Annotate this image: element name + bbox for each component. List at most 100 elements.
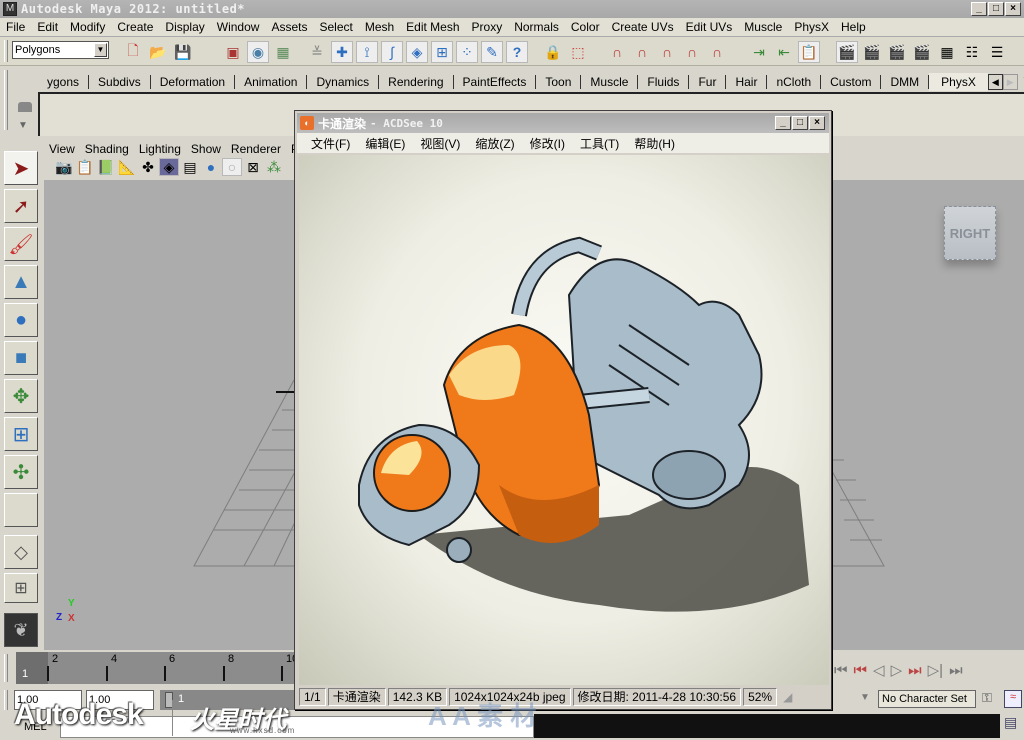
ipr-render-icon[interactable]: 🎬 xyxy=(886,41,908,63)
construction-history-icon[interactable]: 📋 xyxy=(798,41,820,63)
menu-physx[interactable]: PhysX xyxy=(788,20,835,34)
output-ops-icon[interactable]: ⇤ xyxy=(773,41,795,63)
go-to-start-icon[interactable]: ⏮ xyxy=(834,662,848,679)
grid-toggle-icon[interactable]: ✤ xyxy=(138,158,158,176)
tab-hair[interactable]: Hair xyxy=(726,75,768,89)
universal-manipulator-icon[interactable]: ✥ xyxy=(4,379,38,413)
shelf-scroll-right-icon[interactable]: ▶ xyxy=(1002,74,1018,90)
tab-animation[interactable]: Animation xyxy=(235,75,308,89)
menu-select[interactable]: Select xyxy=(313,20,358,34)
image-plane-icon[interactable]: 📐 xyxy=(117,158,137,176)
select-region-icon[interactable]: ⬚ xyxy=(567,41,589,63)
panel-menu-show[interactable]: Show xyxy=(186,142,226,156)
maximize-button[interactable]: □ xyxy=(988,2,1004,16)
new-scene-icon[interactable]: 🗋 xyxy=(122,41,144,63)
menu-assets[interactable]: Assets xyxy=(265,20,313,34)
menu-edit[interactable]: Edit xyxy=(31,20,64,34)
panel-menu-shading[interactable]: Shading xyxy=(80,142,134,156)
auto-key-icon[interactable]: ⚿ xyxy=(982,690,992,706)
step-back-frame-icon[interactable]: ◁ xyxy=(873,661,885,679)
snap-points-icon[interactable]: ✚ xyxy=(331,41,353,63)
go-to-end-icon[interactable]: ⏭ xyxy=(949,662,963,679)
snap-view-plane-icon[interactable]: ✎ xyxy=(481,41,503,63)
rotate-tool-icon[interactable]: ● xyxy=(4,303,38,337)
isolate-icon[interactable]: ⁂ xyxy=(264,158,284,176)
menu-edit-uvs[interactable]: Edit UVs xyxy=(680,20,739,34)
tab-subdivs[interactable]: Subdivs xyxy=(89,75,151,89)
save-scene-icon[interactable]: 💾 xyxy=(172,41,194,63)
menu-create[interactable]: Create xyxy=(111,20,159,34)
acdsee-menu-help[interactable]: 帮助(H) xyxy=(634,135,675,152)
acdsee-maximize-button[interactable]: □ xyxy=(792,116,808,130)
snap-grid-icon[interactable]: ⊞ xyxy=(431,41,453,63)
tab-dmm[interactable]: DMM xyxy=(881,75,930,89)
four-view-layout-icon[interactable]: ⊞ xyxy=(4,573,38,603)
toon-render-image[interactable] xyxy=(299,155,829,685)
select-object-icon[interactable]: ◉ xyxy=(247,41,269,63)
current-time-marker[interactable] xyxy=(16,652,48,684)
character-set-dropdown-icon[interactable]: ▼ xyxy=(860,692,870,703)
acdsee-minimize-button[interactable]: _ xyxy=(775,116,791,130)
menu-color[interactable]: Color xyxy=(565,20,606,34)
tab-physx[interactable]: PhysX xyxy=(929,73,988,91)
acdsee-menu-edit[interactable]: 编辑(E) xyxy=(365,135,405,152)
select-hierarchy-icon[interactable]: ▣ xyxy=(222,41,244,63)
select-component-icon[interactable]: ▦ xyxy=(272,41,294,63)
bookmarks-icon[interactable]: 📗 xyxy=(96,158,116,176)
tab-toon[interactable]: Toon xyxy=(536,75,582,89)
menu-help[interactable]: Help xyxy=(835,20,872,34)
menu-proxy[interactable]: Proxy xyxy=(466,20,509,34)
status-zoom-level[interactable]: 52% xyxy=(743,688,778,706)
lock-selection-icon[interactable]: ≚ xyxy=(306,41,328,63)
tab-fluids[interactable]: Fluids xyxy=(638,75,690,89)
menu-normals[interactable]: Normals xyxy=(508,20,565,34)
acdsee-menu-view[interactable]: 视图(V) xyxy=(420,135,460,152)
scale-tool-icon[interactable]: ■ xyxy=(4,341,38,375)
menu-window[interactable]: Window xyxy=(211,20,266,34)
menu-display[interactable]: Display xyxy=(159,20,210,34)
snap-particles-icon[interactable]: ⁘ xyxy=(456,41,478,63)
shelf-scroll-left-icon[interactable]: ◀ xyxy=(987,74,1003,90)
minimize-button[interactable]: _ xyxy=(971,2,987,16)
tab-muscle[interactable]: Muscle xyxy=(581,75,639,89)
magnet-curve-icon[interactable]: ∩ xyxy=(631,41,653,63)
menu-file[interactable]: File xyxy=(0,20,31,34)
menu-set-dropdown[interactable]: Polygons ▼ xyxy=(12,41,109,59)
single-perspective-view-icon[interactable]: ◇ xyxy=(4,535,38,569)
shelf-grip[interactable] xyxy=(4,70,8,130)
panel-menu-view[interactable]: View xyxy=(44,142,80,156)
tab-polygons[interactable]: ygons xyxy=(38,75,90,89)
tab-ncloth[interactable]: nCloth xyxy=(767,75,822,89)
paint-select-tool-icon[interactable]: 🖌 xyxy=(4,227,38,261)
acdsee-menu-file[interactable]: 文件(F) xyxy=(311,135,350,152)
menu-edit-mesh[interactable]: Edit Mesh xyxy=(400,20,465,34)
step-forward-frame-icon[interactable]: ▷| xyxy=(928,661,943,679)
range-grip[interactable] xyxy=(4,690,8,710)
resize-grip-icon[interactable]: ◢ xyxy=(779,689,796,705)
toolbar-grip[interactable] xyxy=(4,40,8,62)
acdsee-menu-zoom[interactable]: 缩放(Z) xyxy=(475,135,514,152)
panel-menu-lighting[interactable]: Lighting xyxy=(134,142,186,156)
hypershade-icon[interactable]: ▦ xyxy=(936,41,958,63)
tab-fur[interactable]: Fur xyxy=(689,75,727,89)
character-set-field[interactable]: No Character Set xyxy=(878,690,976,708)
smooth-shade-icon[interactable]: ▤ xyxy=(180,158,200,176)
last-tool-slot[interactable] xyxy=(4,493,38,527)
select-tool-icon[interactable]: ➤ xyxy=(4,151,38,185)
magnet-live-icon[interactable]: ∩ xyxy=(706,41,728,63)
input-ops-icon[interactable]: ⇥ xyxy=(748,41,770,63)
open-scene-icon[interactable]: 📂 xyxy=(147,41,169,63)
wireframe-icon[interactable]: ◈ xyxy=(159,158,179,176)
magnet-grid-icon[interactable]: ∩ xyxy=(606,41,628,63)
timeline-grip[interactable] xyxy=(4,654,8,682)
shelf-menu-arrow-icon[interactable]: ▼ xyxy=(18,120,28,131)
chevron-down-icon[interactable]: ▼ xyxy=(94,43,107,57)
snap-vertex-icon[interactable]: ⟟ xyxy=(356,41,378,63)
move-tool-icon[interactable]: ▲ xyxy=(4,265,38,299)
tab-custom[interactable]: Custom xyxy=(821,75,882,89)
textured-icon[interactable]: ○ xyxy=(222,158,242,176)
time-slider[interactable]: 1 2 4 6 8 10 xyxy=(16,652,298,684)
lock-icon[interactable]: 🔒 xyxy=(542,41,564,63)
lasso-tool-icon[interactable]: ➚ xyxy=(4,189,38,223)
trash-icon[interactable]: 🗑 xyxy=(1018,75,1024,89)
